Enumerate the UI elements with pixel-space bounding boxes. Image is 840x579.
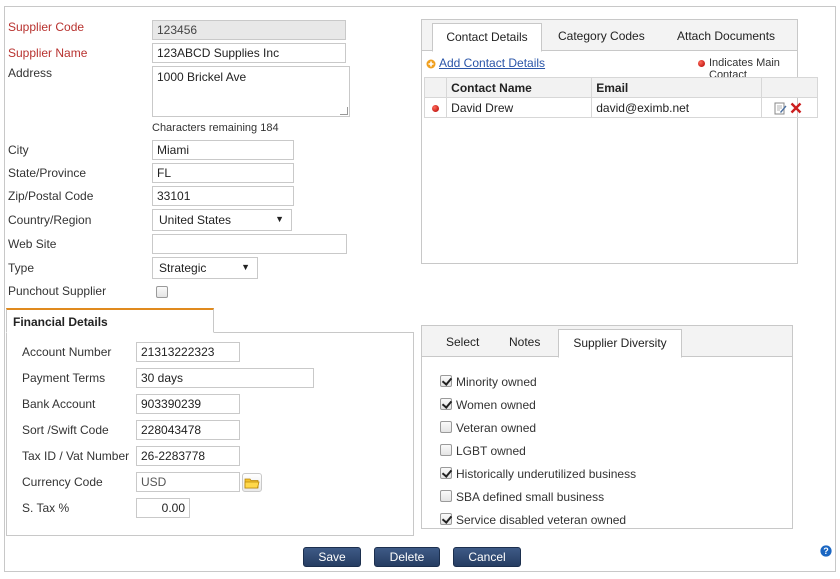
account-number-input[interactable]: 21313222323: [136, 342, 240, 362]
tab-category-codes[interactable]: Category Codes: [558, 29, 645, 43]
svg-text:?: ?: [823, 546, 829, 556]
red-dot-icon: [432, 104, 440, 112]
website-input[interactable]: [152, 234, 347, 254]
email-cell: david@eximb.net: [591, 97, 762, 118]
contacts-table: Contact Name Email David Drew david@exim…: [423, 77, 819, 118]
plus-circle-icon[interactable]: [426, 59, 436, 69]
save-button[interactable]: Save: [303, 547, 361, 567]
diversity-panel: Select Notes Supplier Diversity Minority…: [421, 325, 793, 529]
sba-small-business-checkbox[interactable]: [440, 490, 452, 502]
row-actions-cell: [760, 97, 819, 118]
punchout-label: Punchout Supplier: [8, 284, 107, 298]
delete-button[interactable]: Delete: [374, 547, 440, 567]
hub-zone-checkbox[interactable]: [440, 467, 452, 479]
city-input[interactable]: Miami: [152, 140, 294, 160]
currency-code-label: Currency Code: [22, 475, 103, 489]
edit-note-icon[interactable]: [774, 102, 787, 115]
supplier-name-input[interactable]: 123ABCD Supplies Inc: [152, 43, 346, 63]
main-indicator-header: [423, 77, 448, 98]
currency-lookup-button[interactable]: [242, 473, 262, 492]
tab-attach-documents[interactable]: Attach Documents: [677, 29, 775, 43]
country-select[interactable]: United States ▼: [152, 209, 292, 231]
account-number-label: Account Number: [22, 345, 112, 359]
minority-owned-checkbox[interactable]: [440, 375, 452, 387]
address-value: 1000 Brickel Ave: [157, 70, 247, 84]
add-contact-link[interactable]: Add Contact Details: [439, 56, 545, 70]
help-icon[interactable]: ?: [820, 545, 832, 557]
type-label: Type: [8, 261, 35, 275]
cancel-button[interactable]: Cancel: [453, 547, 521, 567]
type-select[interactable]: Strategic ▼: [152, 257, 258, 279]
state-label: State/Province: [8, 166, 87, 180]
hub-zone-label: Historically underutilized business: [456, 467, 637, 481]
state-input[interactable]: FL: [152, 163, 294, 183]
red-dot-icon: [698, 60, 705, 67]
folder-icon: [244, 478, 260, 489]
country-label: Country/Region: [8, 213, 92, 227]
address-label: Address: [8, 66, 53, 80]
sba-small-business-label: SBA defined small business: [456, 490, 605, 504]
resize-grip-icon[interactable]: [340, 107, 348, 115]
sort-swift-input[interactable]: 228043478: [136, 420, 240, 440]
service-disabled-veteran-label: Service disabled veteran owned: [456, 513, 627, 527]
tab-contact-details[interactable]: Contact Details: [432, 23, 542, 52]
bank-account-label: Bank Account: [22, 397, 96, 411]
tax-id-input[interactable]: 26-2283778: [136, 446, 240, 466]
email-header[interactable]: Email: [591, 77, 762, 98]
main-contact-cell: [423, 97, 448, 118]
website-label: Web Site: [8, 237, 57, 251]
address-textarea[interactable]: 1000 Brickel Ave: [152, 66, 350, 117]
tab-supplier-diversity[interactable]: Supplier Diversity: [558, 329, 682, 358]
service-disabled-veteran-checkbox[interactable]: [440, 513, 452, 525]
minority-owned-label: Minority owned: [456, 375, 537, 389]
lgbt-owned-checkbox[interactable]: [440, 444, 452, 456]
supplier-name-label: Supplier Name: [8, 46, 88, 60]
country-value: United States: [159, 213, 232, 227]
payment-terms-label: Payment Terms: [22, 371, 106, 385]
sales-tax-label: S. Tax %: [22, 501, 70, 515]
veteran-owned-checkbox[interactable]: [440, 421, 452, 433]
city-label: City: [8, 143, 29, 157]
lgbt-owned-label: LGBT owned: [456, 444, 526, 458]
red-x-icon[interactable]: [790, 102, 802, 114]
tab-financial-details[interactable]: Financial Details: [6, 308, 214, 333]
contact-name-cell: David Drew: [446, 97, 593, 118]
zip-label: Zip/Postal Code: [8, 189, 94, 203]
actions-header: [760, 77, 819, 98]
tax-id-label: Tax ID / Vat Number: [22, 449, 130, 463]
tab-select[interactable]: Select: [446, 335, 479, 349]
bank-account-input[interactable]: 903390239: [136, 394, 240, 414]
zip-input[interactable]: 33101: [152, 186, 294, 206]
punchout-checkbox[interactable]: [156, 286, 168, 298]
supplier-code-field: 123456: [152, 20, 346, 40]
chars-remaining: Characters remaining 184: [152, 122, 279, 134]
tab-notes[interactable]: Notes: [509, 335, 540, 349]
contact-panel: Contact Details Category Codes Attach Do…: [421, 19, 819, 264]
women-owned-label: Women owned: [456, 398, 536, 412]
currency-code-input[interactable]: USD: [136, 472, 240, 492]
dropdown-arrow-icon: ▼: [275, 214, 284, 224]
dropdown-arrow-icon: ▼: [241, 262, 250, 272]
women-owned-checkbox[interactable]: [440, 398, 452, 410]
payment-terms-input[interactable]: 30 days: [136, 368, 314, 388]
sales-tax-input[interactable]: 0.00: [136, 498, 190, 518]
contact-name-header[interactable]: Contact Name: [446, 77, 593, 98]
type-value: Strategic: [159, 261, 207, 275]
sort-swift-label: Sort /Swift Code: [22, 423, 109, 437]
table-header-row: Contact Name Email: [423, 77, 819, 98]
supplier-code-label: Supplier Code: [8, 20, 85, 34]
veteran-owned-label: Veteran owned: [456, 421, 537, 435]
table-row[interactable]: David Drew david@eximb.net: [423, 97, 819, 118]
